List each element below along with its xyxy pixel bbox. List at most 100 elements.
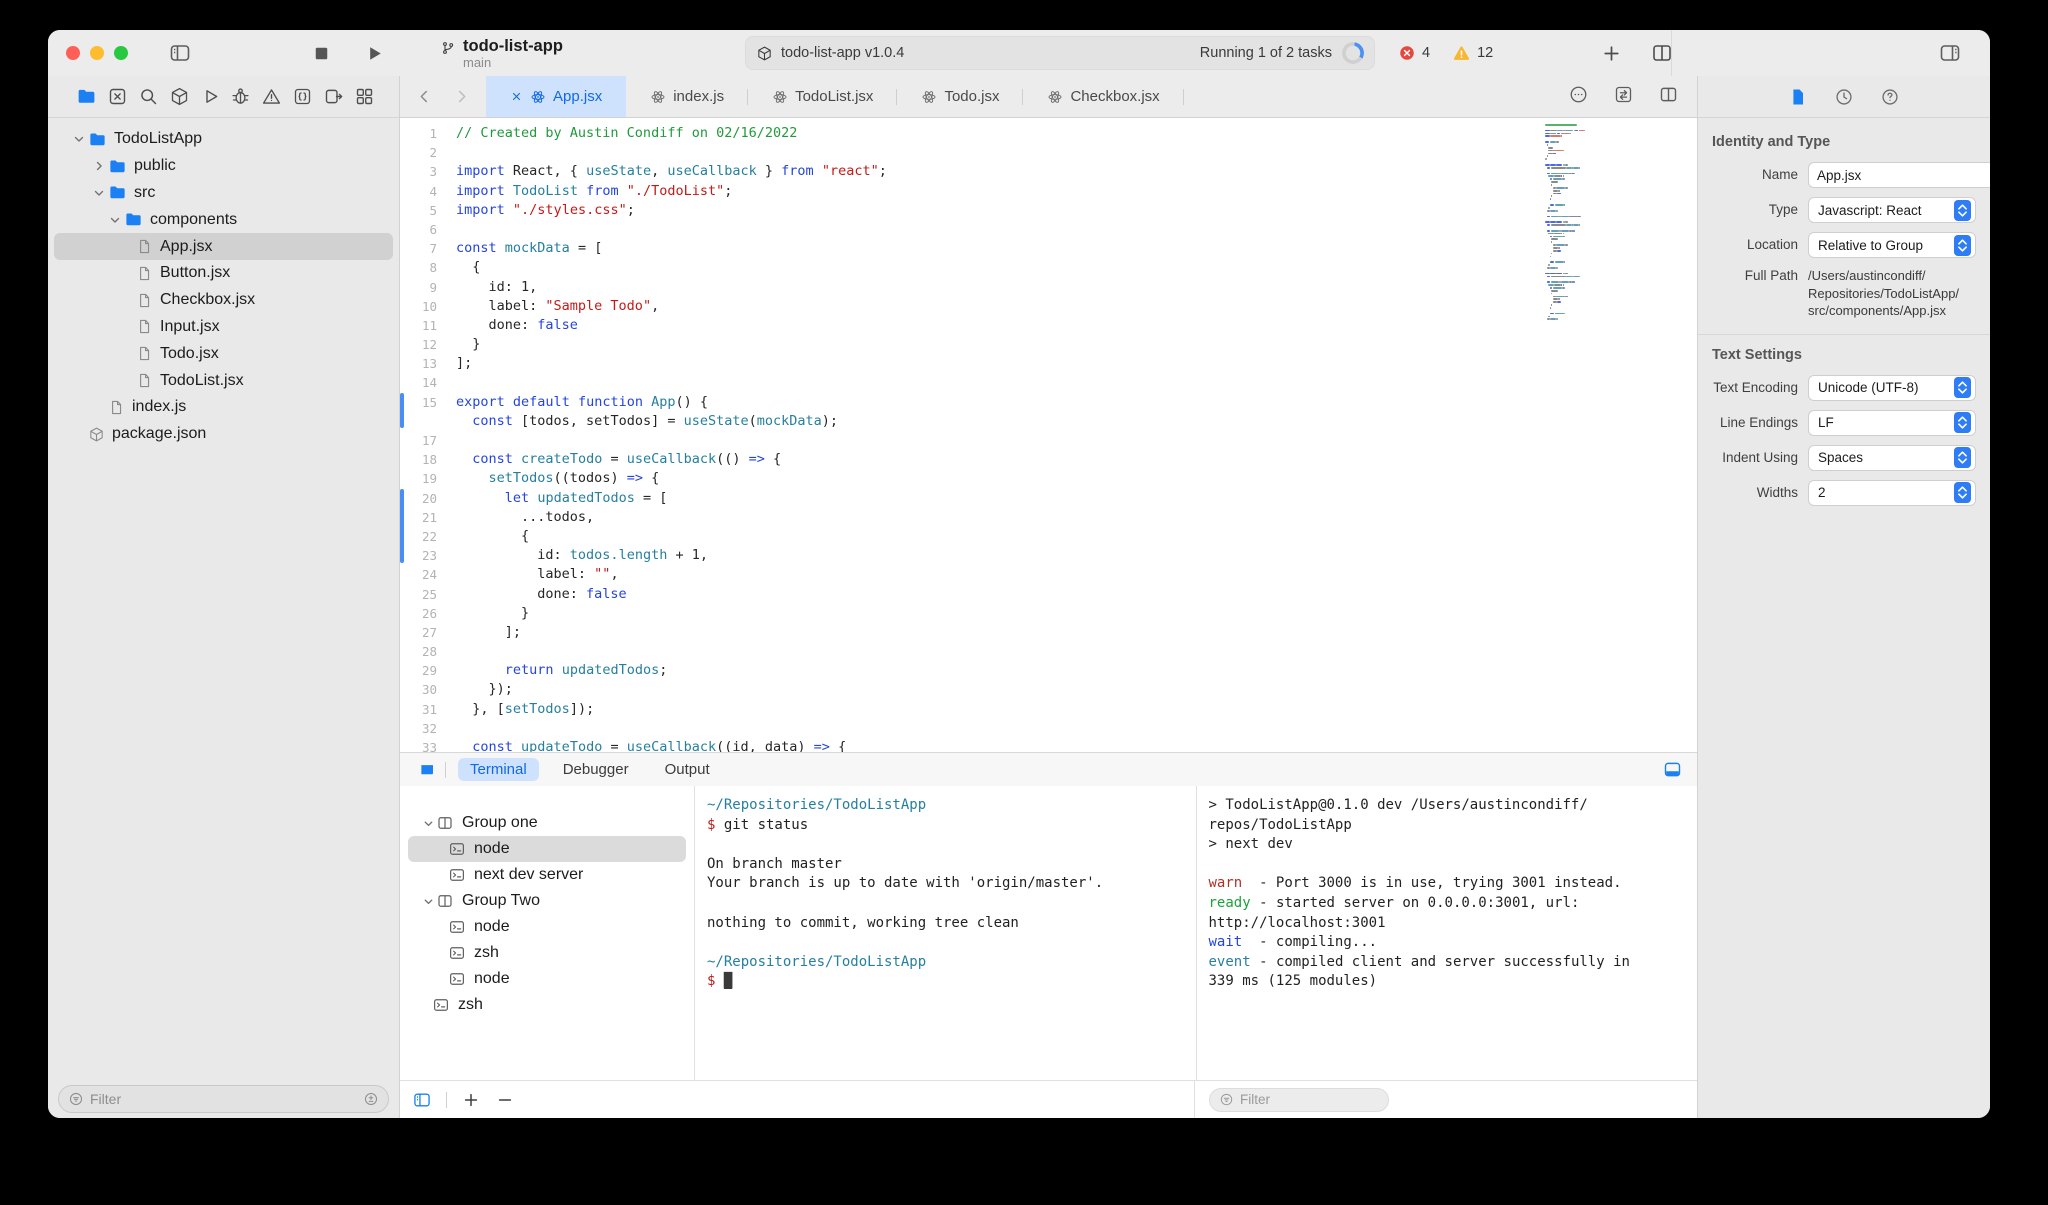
chevron-down-icon[interactable] xyxy=(70,132,88,146)
activity-viewer[interactable]: todo-list-app v1.0.4 Running 1 of 2 task… xyxy=(745,36,1375,70)
code-content[interactable]: // Created by Austin Condiff on 02/16/20… xyxy=(446,118,1697,752)
tree-item-components[interactable]: components xyxy=(54,206,393,233)
tag-icon[interactable] xyxy=(414,760,433,779)
code-editor[interactable]: 1 2 3 4 5 6 7 8 9 10 11 12 13 14 15 17 18 19 20 21 22 23 24 25 2… xyxy=(400,118,1697,752)
line-number: 19 xyxy=(421,471,437,487)
close-tab-icon[interactable] xyxy=(510,90,523,103)
toggle-left-sidebar-icon[interactable] xyxy=(168,41,192,65)
bottom-panel: Terminal Debugger Output Group one node ne… xyxy=(400,752,1697,1118)
square-x-icon[interactable] xyxy=(107,86,128,107)
filter-options-icon[interactable] xyxy=(363,1091,379,1107)
editor-tab-App.jsx[interactable]: App.jsx xyxy=(486,76,627,117)
line-endings-select[interactable]: LF xyxy=(1808,409,1976,436)
add-terminal-button[interactable] xyxy=(461,1090,481,1110)
terminal-group-Group Two[interactable]: Group Two xyxy=(408,888,686,914)
package-icon xyxy=(88,426,105,443)
tree-item-Todo.jsx[interactable]: Todo.jsx xyxy=(54,340,393,367)
code-line: done: false xyxy=(456,585,627,602)
help-inspector-icon[interactable] xyxy=(1880,87,1900,107)
run-task-button[interactable] xyxy=(363,42,386,65)
tree-item-App.jsx[interactable]: App.jsx xyxy=(54,233,393,260)
close-window-button[interactable] xyxy=(66,46,80,60)
tree-item-TodoListApp[interactable]: TodoListApp xyxy=(54,126,393,153)
tree-item-Button.jsx[interactable]: Button.jsx xyxy=(54,260,393,287)
chevron-down-icon[interactable] xyxy=(106,213,124,227)
widths-select[interactable]: 2 xyxy=(1808,479,1976,506)
file-icon xyxy=(136,345,153,362)
type-label: Type xyxy=(1768,202,1798,217)
terminal-filter-field[interactable]: Filter xyxy=(1209,1087,1389,1112)
warning-icon[interactable] xyxy=(261,86,282,107)
terminal-session-node[interactable]: node xyxy=(408,914,686,940)
encoding-select[interactable]: Unicode (UTF-8) xyxy=(1808,374,1976,401)
type-select[interactable]: Javascript: React xyxy=(1808,197,1976,223)
line-number: 14 xyxy=(421,375,437,391)
text-settings-section-header: Text Settings xyxy=(1712,346,1802,363)
tree-item-src[interactable]: src xyxy=(54,180,393,207)
navigate-forward-button[interactable] xyxy=(453,88,470,105)
tree-item-index.js[interactable]: index.js xyxy=(54,394,393,421)
terminal-session-node[interactable]: node xyxy=(408,966,686,992)
editor-tab-index.js[interactable]: index.js xyxy=(626,76,748,117)
tree-item-Checkbox.jsx[interactable]: Checkbox.jsx xyxy=(54,287,393,314)
hide-bottom-panel-icon[interactable] xyxy=(1662,759,1683,780)
folder-icon[interactable] xyxy=(76,86,97,107)
tab-debugger[interactable]: Debugger xyxy=(551,758,641,781)
terminal-session-next dev server[interactable]: next dev server xyxy=(408,862,686,888)
terminal-output-right[interactable]: > TodoListApp@0.1.0 dev /Users/austincon… xyxy=(1197,786,1698,1080)
chevron-right-icon[interactable] xyxy=(90,159,108,173)
terminal-line: ~/Repositories/TodoListApp xyxy=(707,953,927,970)
indent-select[interactable]: Spaces xyxy=(1808,444,1976,471)
terminal-session-zsh[interactable]: zsh xyxy=(408,992,686,1018)
tree-item-TodoList.jsx[interactable]: TodoList.jsx xyxy=(54,367,393,394)
swap-editor-icon[interactable] xyxy=(1613,84,1634,110)
tree-item-Input.jsx[interactable]: Input.jsx xyxy=(54,314,393,341)
more-options-icon[interactable] xyxy=(1568,84,1589,110)
titlebar[interactable]: todo-list-app main todo-list-app v1.0.4 … xyxy=(48,30,1990,76)
tab-terminal[interactable]: Terminal xyxy=(458,758,539,781)
line-number: 15 xyxy=(421,394,437,410)
minimap[interactable] xyxy=(1545,124,1641,321)
braces-icon[interactable] xyxy=(292,86,313,107)
play-icon[interactable] xyxy=(200,86,221,107)
terminal-line: wait - compiling... xyxy=(1208,934,1378,951)
tab-output[interactable]: Output xyxy=(653,758,722,781)
editor-tab-Todo.jsx[interactable]: Todo.jsx xyxy=(897,76,1024,117)
tree-item-public[interactable]: public xyxy=(54,153,393,180)
chevron-down-icon[interactable] xyxy=(420,817,436,830)
encoding-label: Text Encoding xyxy=(1713,379,1798,395)
terminal-session-zsh[interactable]: zsh xyxy=(408,940,686,966)
location-select[interactable]: Relative to Group xyxy=(1808,232,1976,258)
toggle-right-sidebar-icon[interactable] xyxy=(1938,41,1962,65)
warning-count-badge[interactable]: 12 xyxy=(1452,44,1493,63)
error-count-badge[interactable]: 4 xyxy=(1398,44,1430,62)
navigate-back-button[interactable] xyxy=(416,88,433,105)
split-view-icon[interactable] xyxy=(1658,84,1679,110)
zoom-window-button[interactable] xyxy=(114,46,128,60)
terminal-session-node[interactable]: node xyxy=(408,836,686,862)
tree-item-package.json[interactable]: package.json xyxy=(54,421,393,448)
toggle-session-sidebar-icon[interactable] xyxy=(412,1090,432,1110)
search-icon[interactable] xyxy=(138,86,159,107)
session-label: node xyxy=(474,918,510,935)
bug-icon[interactable] xyxy=(230,86,251,107)
stop-task-button[interactable] xyxy=(310,42,333,65)
file-label: index.js xyxy=(132,398,187,416)
remove-terminal-button[interactable] xyxy=(495,1090,515,1110)
navigator-filter-field[interactable]: Filter xyxy=(58,1085,389,1113)
chevron-down-icon[interactable] xyxy=(90,186,108,200)
file-inspector-icon[interactable] xyxy=(1788,87,1808,107)
terminal-group-Group one[interactable]: Group one xyxy=(408,810,686,836)
terminal-output-left[interactable]: ~/Repositories/TodoListApp $ git status O… xyxy=(695,786,1197,1080)
extension-icon[interactable] xyxy=(323,86,344,107)
minimize-window-button[interactable] xyxy=(90,46,104,60)
editor-tab-Checkbox.jsx[interactable]: Checkbox.jsx xyxy=(1023,76,1184,117)
chevron-down-icon[interactable] xyxy=(420,895,436,908)
name-field[interactable] xyxy=(1808,162,1990,188)
package-icon[interactable] xyxy=(169,86,190,107)
history-inspector-icon[interactable] xyxy=(1834,87,1854,107)
add-button[interactable] xyxy=(1600,42,1623,65)
grid-icon[interactable] xyxy=(354,86,375,107)
editor-tab-TodoList.jsx[interactable]: TodoList.jsx xyxy=(748,76,898,117)
